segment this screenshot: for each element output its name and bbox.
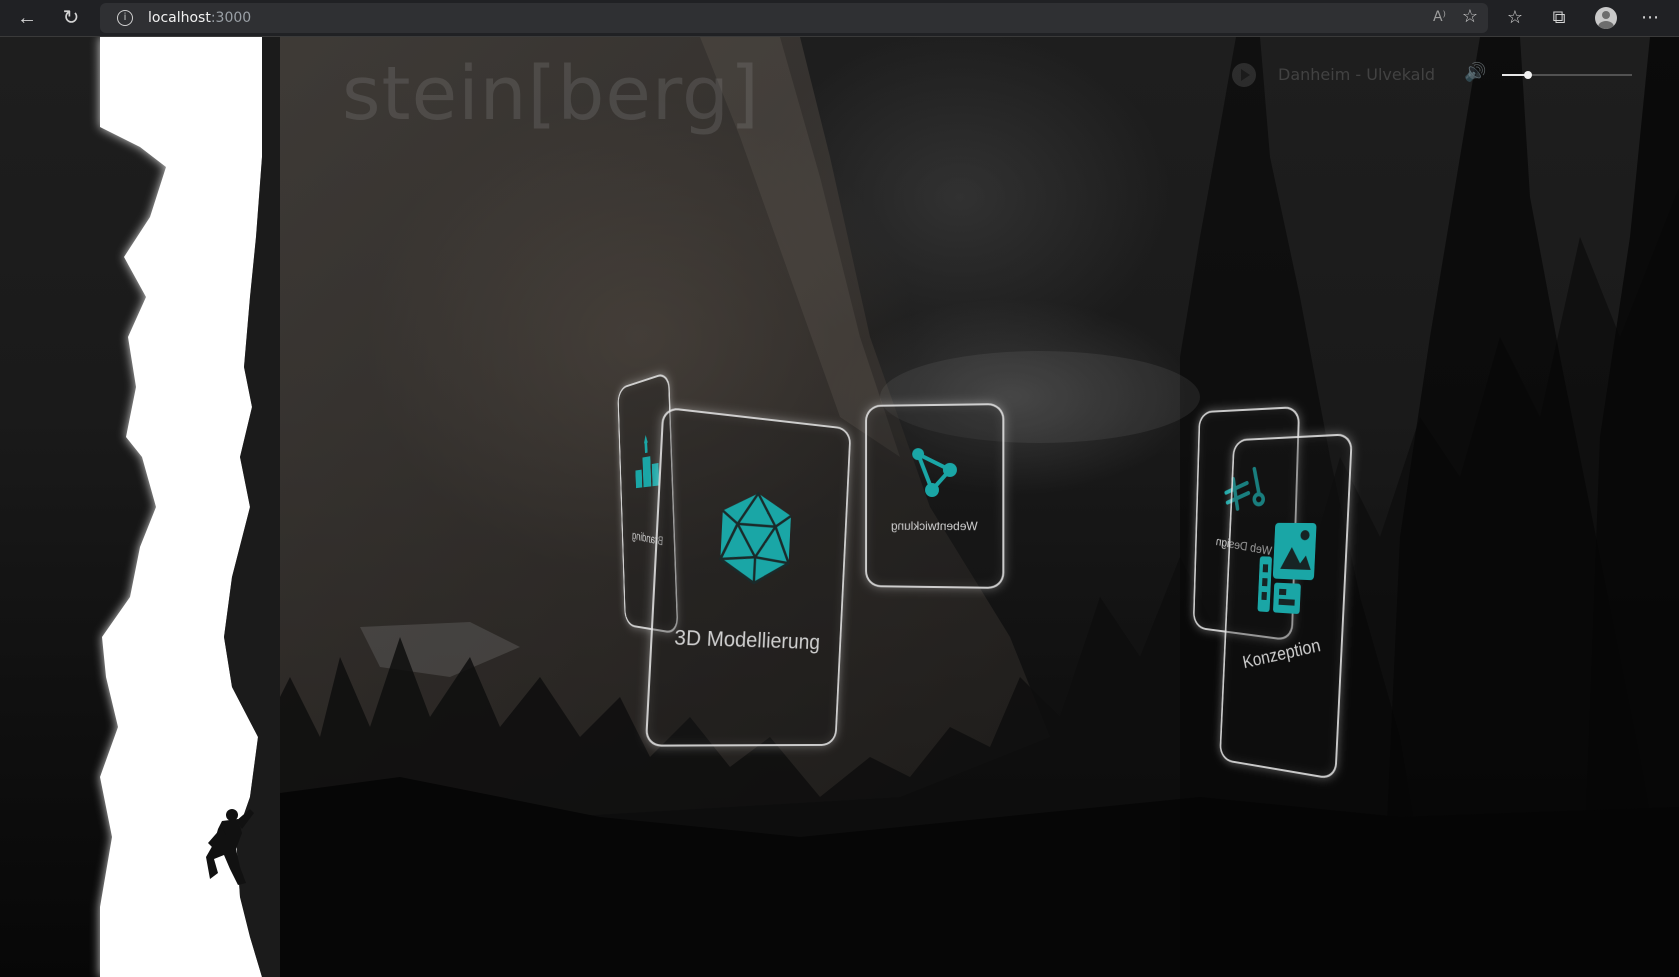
reload-icon[interactable]: ↻ [58, 6, 84, 30]
site-info-icon[interactable]: i [117, 10, 133, 26]
card-webentwicklung-label: Webentwicklung [867, 519, 1002, 534]
card-webentwicklung[interactable]: Webentwicklung [865, 403, 1004, 589]
profile-avatar[interactable] [1595, 7, 1617, 29]
back-arrow-icon[interactable]: ← [14, 6, 40, 30]
card-konzeption[interactable]: Konzeption [1219, 433, 1353, 780]
more-menu-icon[interactable]: ⋯ [1637, 6, 1663, 30]
url-host: localhost [148, 10, 211, 26]
url-text: localhost:3000 [148, 10, 251, 26]
favorites-icon[interactable]: ☆ [1502, 6, 1528, 30]
track-title: Danheim - Ulvekald [1278, 65, 1435, 84]
card-konzeption-label: Konzeption [1225, 630, 1341, 676]
address-bar[interactable]: i localhost:3000 A⁾ ☆ [100, 3, 1488, 33]
collections-icon[interactable]: ⧉ [1546, 6, 1572, 30]
browser-toolbar: ← ↻ i localhost:3000 A⁾ ☆ ☆ ⧉ ⋯ [0, 0, 1679, 37]
layout-image-icon [1254, 517, 1321, 619]
add-favorite-icon[interactable]: ☆ [1462, 6, 1478, 27]
volume-slider-thumb[interactable] [1524, 71, 1532, 79]
site-logo[interactable]: stein[berg] [342, 51, 760, 137]
card-3d-modellierung[interactable]: 3D Modellierung [645, 407, 852, 747]
icosahedron-icon [715, 488, 795, 587]
play-icon[interactable] [1232, 63, 1256, 87]
volume-icon[interactable]: 🔊 [1464, 62, 1486, 83]
volume-slider[interactable] [1502, 74, 1632, 76]
read-aloud-icon[interactable]: A⁾ [1433, 9, 1446, 25]
podium-icon [633, 428, 661, 492]
scroll-progress-rock [0, 37, 280, 977]
card-3d-modellierung-label: 3D Modellierung [652, 625, 840, 655]
network-nodes-icon [906, 444, 962, 500]
page-viewport: stein[berg] Danheim - Ulvekald 🔊 Brandin… [0, 37, 1679, 977]
url-port: :3000 [211, 10, 251, 26]
